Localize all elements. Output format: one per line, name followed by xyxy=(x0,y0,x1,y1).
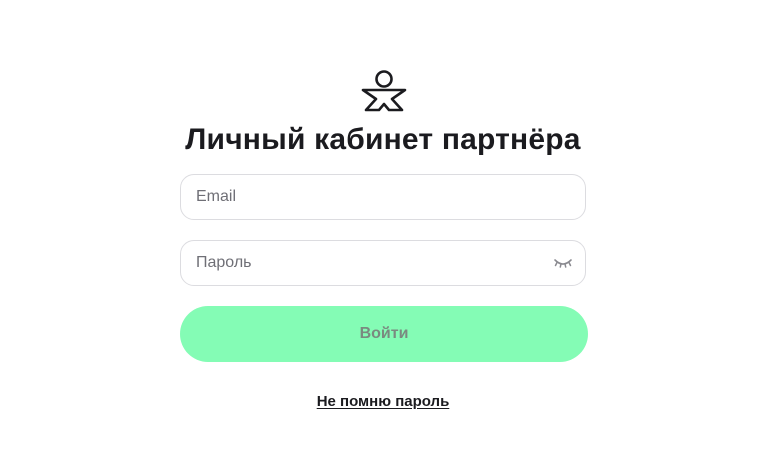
password-field[interactable] xyxy=(180,240,586,286)
login-button[interactable]: Войти xyxy=(180,306,588,362)
password-input[interactable] xyxy=(196,241,556,285)
forgot-password-link[interactable]: Не помню пароль xyxy=(317,393,450,410)
email-input[interactable] xyxy=(196,175,556,219)
person-logo-icon xyxy=(358,68,410,112)
eye-closed-icon[interactable] xyxy=(553,256,573,270)
page-title: Личный кабинет партнёра xyxy=(185,123,581,156)
email-field[interactable] xyxy=(180,174,586,220)
login-page: Личный кабинет партнёра Войти Не помню п… xyxy=(0,0,766,457)
forgot-password-container: Не помню пароль xyxy=(0,392,766,412)
